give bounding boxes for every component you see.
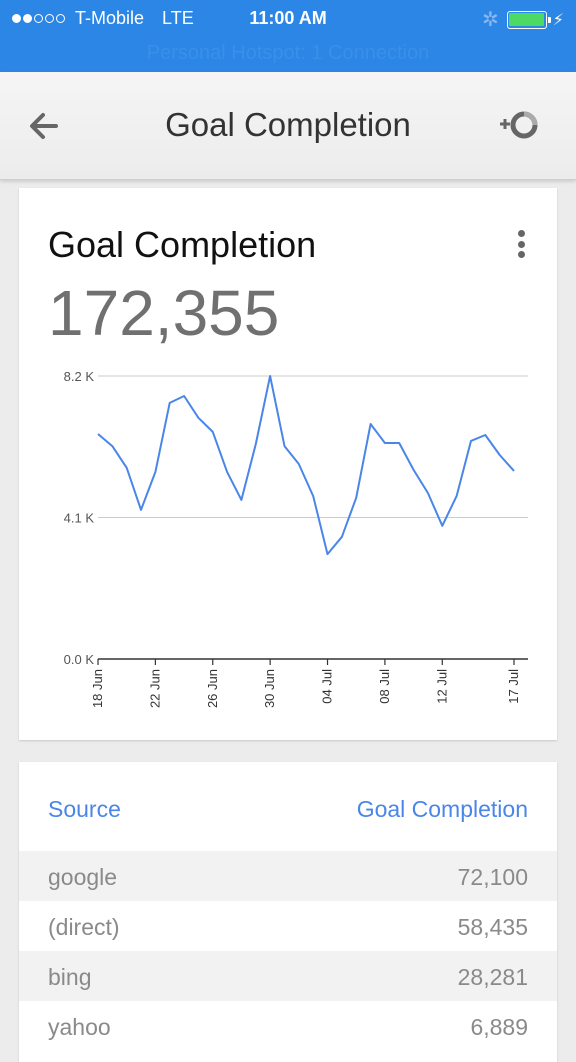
- signal-strength-icon: [12, 14, 65, 23]
- add-segment-icon: [498, 108, 542, 142]
- table-row[interactable]: bing 28,281: [19, 951, 557, 1001]
- x-tick-label: 08 Jul: [377, 669, 392, 704]
- status-bar: T-Mobile LTE 11:00 AM ✲ ⚡︎ Personal Hots…: [0, 0, 576, 72]
- source-cell: google: [48, 864, 117, 891]
- signal-dot: [23, 14, 32, 23]
- source-cell: bing: [48, 964, 91, 991]
- x-tick-label: 18 Jun: [90, 669, 105, 708]
- signal-dot: [56, 14, 65, 23]
- value-cell: 28,281: [458, 964, 528, 991]
- column-header-source[interactable]: Source: [48, 796, 121, 823]
- x-tick-label: 22 Jun: [147, 669, 162, 708]
- carrier-name: T-Mobile: [75, 8, 144, 29]
- y-tick-label: 0.0 K: [64, 652, 95, 667]
- table-row[interactable]: google 72,100: [19, 851, 557, 901]
- signal-dot: [45, 14, 54, 23]
- battery-nub: [548, 17, 551, 23]
- table-row[interactable]: (direct) 58,435: [19, 901, 557, 951]
- column-header-goal-completion[interactable]: Goal Completion: [357, 796, 528, 823]
- x-tick-label: 17 Jul: [506, 669, 521, 704]
- value-cell: 72,100: [458, 864, 528, 891]
- add-segment-button[interactable]: [498, 108, 542, 142]
- signal-dot: [34, 14, 43, 23]
- hotspot-banner[interactable]: Personal Hotspot: 1 Connection: [0, 42, 576, 65]
- signal-dot: [12, 14, 21, 23]
- source-cell: yahoo: [48, 1014, 111, 1041]
- bluetooth-icon: ✲: [482, 7, 499, 32]
- y-tick-label: 8.2 K: [64, 369, 95, 384]
- y-tick-label: 4.1 K: [64, 511, 95, 526]
- x-tick-label: 26 Jun: [205, 669, 220, 708]
- series-line: [98, 376, 514, 554]
- source-cell: (direct): [48, 914, 120, 941]
- x-tick-label: 30 Jun: [262, 669, 277, 708]
- goal-completion-chart: 0.0 K 4.1 K 8.2 K 18 Jun 22 Jun 26 Jun 30 Jun 0…: [19, 188, 557, 740]
- value-cell: 6,889: [470, 1014, 528, 1041]
- battery-icon: [507, 11, 547, 29]
- bolt-icon: ⚡︎: [553, 10, 564, 30]
- app-bar: Goal Completion: [0, 72, 576, 180]
- table-row[interactable]: yahoo 6,889: [19, 1001, 557, 1051]
- page-title: Goal Completion: [0, 106, 576, 144]
- x-tick-label: 12 Jul: [434, 669, 449, 704]
- value-cell: 58,435: [458, 914, 528, 941]
- source-table: Source Goal Completion google 72,100 (di…: [19, 762, 557, 1062]
- network-type: LTE: [162, 8, 194, 29]
- x-tick-label: 04 Jul: [320, 669, 335, 704]
- battery-level: [509, 13, 544, 26]
- goal-completion-card: Goal Completion 172,355 0.0 K4.1 K8.2 K1…: [19, 188, 557, 740]
